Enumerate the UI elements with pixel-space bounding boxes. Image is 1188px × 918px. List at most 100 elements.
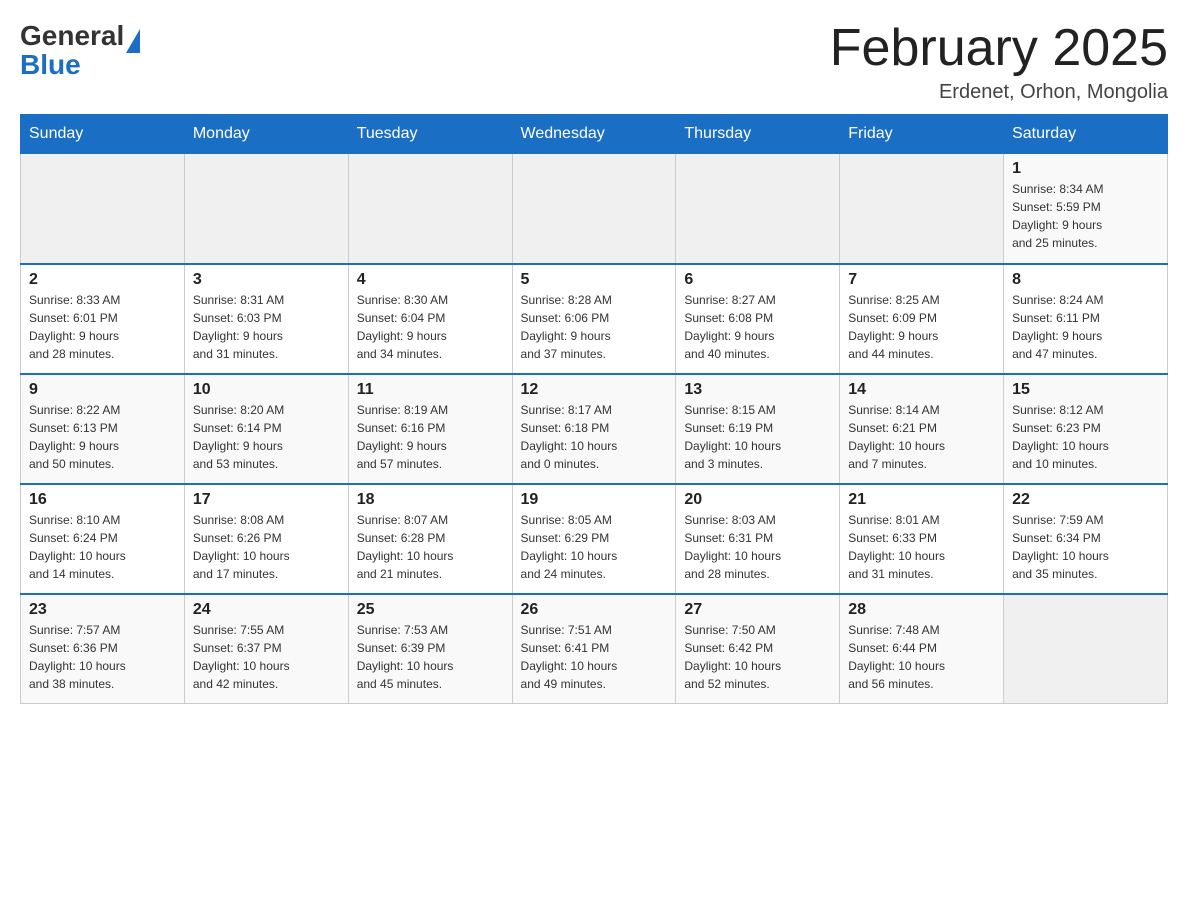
day-number: 2 (29, 271, 176, 289)
day-number: 19 (521, 491, 668, 509)
day-info: Sunrise: 8:01 AMSunset: 6:33 PMDaylight:… (848, 511, 995, 583)
table-row: 7 Sunrise: 8:25 AMSunset: 6:09 PMDaylight… (840, 264, 1004, 374)
day-number: 24 (193, 601, 340, 619)
table-row: 22 Sunrise: 7:59 AMSunset: 6:34 PMDayligh… (1004, 484, 1168, 594)
table-row: 6Sunrise: 8:27 AMSunset: 6:08 PMDaylight… (676, 264, 840, 374)
day-number: 26 (521, 601, 668, 619)
day-number: 5 (521, 271, 668, 289)
table-row: 2 Sunrise: 8:33 AMSunset: 6:01 PMDaylight… (21, 264, 185, 374)
table-row: 28 Sunrise: 7:48 AMSunset: 6:44 PMDayligh… (840, 594, 1004, 704)
table-row: 20 Sunrise: 8:03 AMSunset: 6:31 PMDayligh… (676, 484, 840, 594)
table-row (840, 154, 1004, 264)
day-info: Sunrise: 8:33 AMSunset: 6:01 PMDaylight:… (29, 291, 176, 363)
calendar-week-row: 9Sunrise: 8:22 AMSunset: 6:13 PMDaylight… (21, 374, 1168, 484)
day-number: 18 (357, 491, 504, 509)
day-number: 9 (29, 381, 176, 399)
day-number: 14 (848, 381, 995, 399)
calendar-table: Sunday Monday Tuesday Wednesday Thursday… (20, 114, 1168, 704)
day-info: Sunrise: 8:14 AMSunset: 6:21 PMDaylight:… (848, 401, 995, 473)
calendar-week-row: 2 Sunrise: 8:33 AMSunset: 6:01 PMDaylight… (21, 264, 1168, 374)
day-number: 28 (848, 601, 995, 619)
table-row: 27 Sunrise: 7:50 AMSunset: 6:42 PMDayligh… (676, 594, 840, 704)
table-row: 24 Sunrise: 7:55 AMSunset: 6:37 PMDayligh… (184, 594, 348, 704)
day-number: 25 (357, 601, 504, 619)
table-row (348, 154, 512, 264)
table-row (676, 154, 840, 264)
table-row: 11 Sunrise: 8:19 AMSunset: 6:16 PMDayligh… (348, 374, 512, 484)
month-title: February 2025 (830, 20, 1168, 77)
col-thursday: Thursday (676, 115, 840, 154)
col-wednesday: Wednesday (512, 115, 676, 154)
day-number: 27 (684, 601, 831, 619)
logo-triangle-icon (126, 29, 140, 53)
table-row: 8Sunrise: 8:24 AMSunset: 6:11 PMDaylight… (1004, 264, 1168, 374)
col-monday: Monday (184, 115, 348, 154)
day-number: 1 (1012, 160, 1159, 178)
table-row: 12 Sunrise: 8:17 AMSunset: 6:18 PMDayligh… (512, 374, 676, 484)
day-info: Sunrise: 7:50 AMSunset: 6:42 PMDaylight:… (684, 621, 831, 693)
calendar-week-row: 1 Sunrise: 8:34 AMSunset: 5:59 PMDaylight… (21, 154, 1168, 264)
table-row: 23 Sunrise: 7:57 AMSunset: 6:36 PMDayligh… (21, 594, 185, 704)
day-info: Sunrise: 8:31 AMSunset: 6:03 PMDaylight:… (193, 291, 340, 363)
day-number: 15 (1012, 381, 1159, 399)
location-label: Erdenet, Orhon, Mongolia (830, 81, 1168, 104)
day-info: Sunrise: 7:55 AMSunset: 6:37 PMDaylight:… (193, 621, 340, 693)
calendar-week-row: 23 Sunrise: 7:57 AMSunset: 6:36 PMDayligh… (21, 594, 1168, 704)
table-row: 21 Sunrise: 8:01 AMSunset: 6:33 PMDayligh… (840, 484, 1004, 594)
day-info: Sunrise: 8:12 AMSunset: 6:23 PMDaylight:… (1012, 401, 1159, 473)
table-row: 9Sunrise: 8:22 AMSunset: 6:13 PMDaylight… (21, 374, 185, 484)
day-info: Sunrise: 7:57 AMSunset: 6:36 PMDaylight:… (29, 621, 176, 693)
day-info: Sunrise: 8:34 AMSunset: 5:59 PMDaylight:… (1012, 180, 1159, 252)
table-row: 13 Sunrise: 8:15 AMSunset: 6:19 PMDayligh… (676, 374, 840, 484)
day-number: 20 (684, 491, 831, 509)
table-row: 16 Sunrise: 8:10 AMSunset: 6:24 PMDayligh… (21, 484, 185, 594)
logo-general-text: General (20, 20, 124, 51)
day-number: 22 (1012, 491, 1159, 509)
day-info: Sunrise: 8:17 AMSunset: 6:18 PMDaylight:… (521, 401, 668, 473)
day-info: Sunrise: 8:05 AMSunset: 6:29 PMDaylight:… (521, 511, 668, 583)
day-number: 7 (848, 271, 995, 289)
table-row (21, 154, 185, 264)
table-row: 10Sunrise: 8:20 AMSunset: 6:14 PMDayligh… (184, 374, 348, 484)
table-row: 19 Sunrise: 8:05 AMSunset: 6:29 PMDayligh… (512, 484, 676, 594)
logo: General Blue (20, 20, 140, 81)
day-number: 23 (29, 601, 176, 619)
day-info: Sunrise: 8:15 AMSunset: 6:19 PMDaylight:… (684, 401, 831, 473)
title-section: February 2025 Erdenet, Orhon, Mongolia (830, 20, 1168, 104)
day-number: 11 (357, 381, 504, 399)
table-row: 15 Sunrise: 8:12 AMSunset: 6:23 PMDayligh… (1004, 374, 1168, 484)
day-info: Sunrise: 8:10 AMSunset: 6:24 PMDaylight:… (29, 511, 176, 583)
day-number: 21 (848, 491, 995, 509)
table-row: 25Sunrise: 7:53 AMSunset: 6:39 PMDayligh… (348, 594, 512, 704)
day-info: Sunrise: 8:28 AMSunset: 6:06 PMDaylight:… (521, 291, 668, 363)
day-info: Sunrise: 8:07 AMSunset: 6:28 PMDaylight:… (357, 511, 504, 583)
table-row: 18 Sunrise: 8:07 AMSunset: 6:28 PMDayligh… (348, 484, 512, 594)
col-tuesday: Tuesday (348, 115, 512, 154)
table-row: 3 Sunrise: 8:31 AMSunset: 6:03 PMDaylight… (184, 264, 348, 374)
table-row: 1 Sunrise: 8:34 AMSunset: 5:59 PMDaylight… (1004, 154, 1168, 264)
day-info: Sunrise: 7:48 AMSunset: 6:44 PMDaylight:… (848, 621, 995, 693)
day-info: Sunrise: 8:03 AMSunset: 6:31 PMDaylight:… (684, 511, 831, 583)
day-number: 13 (684, 381, 831, 399)
day-info: Sunrise: 7:51 AMSunset: 6:41 PMDaylight:… (521, 621, 668, 693)
day-number: 6 (684, 271, 831, 289)
day-number: 12 (521, 381, 668, 399)
table-row: 17Sunrise: 8:08 AMSunset: 6:26 PMDayligh… (184, 484, 348, 594)
logo-blue-text: Blue (20, 49, 140, 81)
table-row: 5 Sunrise: 8:28 AMSunset: 6:06 PMDaylight… (512, 264, 676, 374)
day-info: Sunrise: 8:25 AMSunset: 6:09 PMDaylight:… (848, 291, 995, 363)
day-number: 3 (193, 271, 340, 289)
col-saturday: Saturday (1004, 115, 1168, 154)
day-number: 16 (29, 491, 176, 509)
day-info: Sunrise: 8:08 AMSunset: 6:26 PMDaylight:… (193, 511, 340, 583)
day-number: 8 (1012, 271, 1159, 289)
day-number: 4 (357, 271, 504, 289)
day-number: 10 (193, 381, 340, 399)
table-row (512, 154, 676, 264)
table-row: 14 Sunrise: 8:14 AMSunset: 6:21 PMDayligh… (840, 374, 1004, 484)
col-sunday: Sunday (21, 115, 185, 154)
calendar-header-row: Sunday Monday Tuesday Wednesday Thursday… (21, 115, 1168, 154)
day-info: Sunrise: 8:19 AMSunset: 6:16 PMDaylight:… (357, 401, 504, 473)
day-info: Sunrise: 7:59 AMSunset: 6:34 PMDaylight:… (1012, 511, 1159, 583)
table-row: 26 Sunrise: 7:51 AMSunset: 6:41 PMDayligh… (512, 594, 676, 704)
